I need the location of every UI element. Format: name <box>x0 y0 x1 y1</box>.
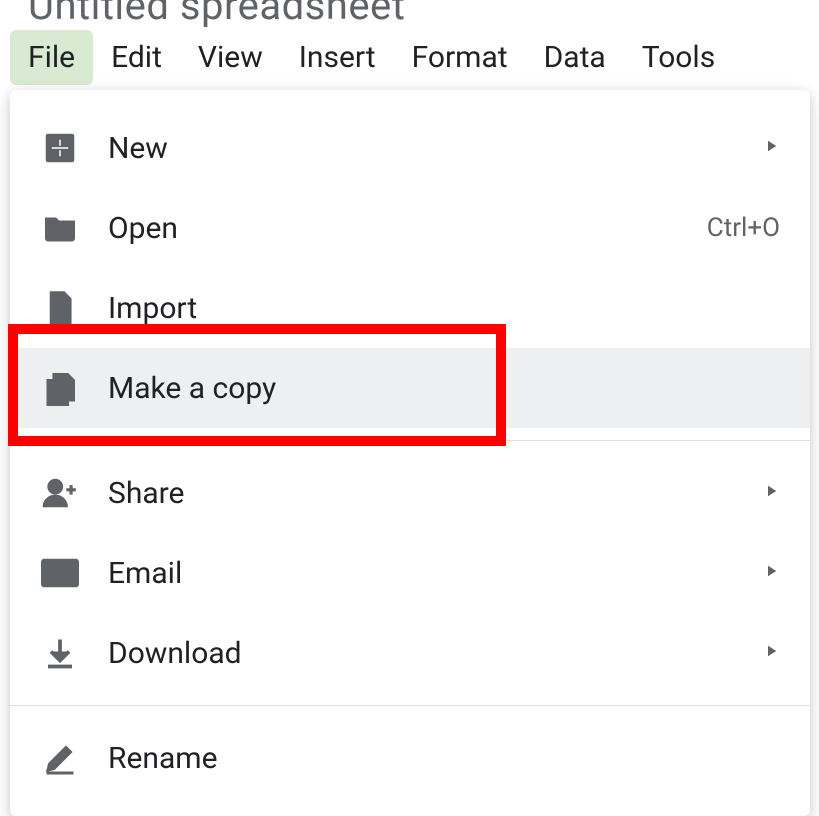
divider <box>10 705 810 706</box>
menu-view[interactable]: View <box>180 30 281 85</box>
menu-item-email[interactable]: Email <box>10 533 810 613</box>
menu-tools[interactable]: Tools <box>624 30 733 85</box>
copy-icon <box>40 368 80 408</box>
menu-item-label: Import <box>108 291 780 326</box>
menu-item-open[interactable]: Open Ctrl+O <box>10 188 810 268</box>
menu-item-make-copy[interactable]: Make a copy <box>10 348 810 428</box>
folder-icon <box>40 208 80 248</box>
mail-icon <box>40 553 80 593</box>
pencil-icon <box>40 738 80 778</box>
menu-item-label: Rename <box>108 741 780 776</box>
menu-item-new[interactable]: New <box>10 108 810 188</box>
menu-item-label: New <box>108 131 750 166</box>
menu-format[interactable]: Format <box>394 30 526 85</box>
menu-item-download[interactable]: Download <box>10 613 810 693</box>
menu-file[interactable]: File <box>10 30 93 85</box>
menu-item-import[interactable]: Import <box>10 268 810 348</box>
menu-item-label: Open <box>108 211 707 246</box>
chevron-right-icon <box>762 642 780 664</box>
menu-item-share[interactable]: Share <box>10 453 810 533</box>
file-dropdown: New Open Ctrl+O Import Make a copy Share <box>10 90 810 816</box>
menu-item-label: Download <box>108 636 750 671</box>
menu-item-label: Make a copy <box>108 371 780 406</box>
menu-data[interactable]: Data <box>526 30 624 85</box>
download-icon <box>40 633 80 673</box>
chevron-right-icon <box>762 482 780 504</box>
plus-square-icon <box>40 128 80 168</box>
menubar: File Edit View Insert Format Data Tools <box>10 30 733 85</box>
menu-item-label: Share <box>108 476 750 511</box>
menu-item-label: Email <box>108 556 750 591</box>
divider <box>10 440 810 441</box>
chevron-right-icon <box>762 137 780 159</box>
menu-edit[interactable]: Edit <box>93 30 180 85</box>
person-add-icon <box>40 473 80 513</box>
file-icon <box>40 288 80 328</box>
chevron-right-icon <box>762 562 780 584</box>
document-title[interactable]: Untitled spreadsheet <box>28 0 405 29</box>
menu-item-shortcut: Ctrl+O <box>707 213 780 243</box>
menu-item-rename[interactable]: Rename <box>10 718 810 798</box>
menu-insert[interactable]: Insert <box>281 30 394 85</box>
